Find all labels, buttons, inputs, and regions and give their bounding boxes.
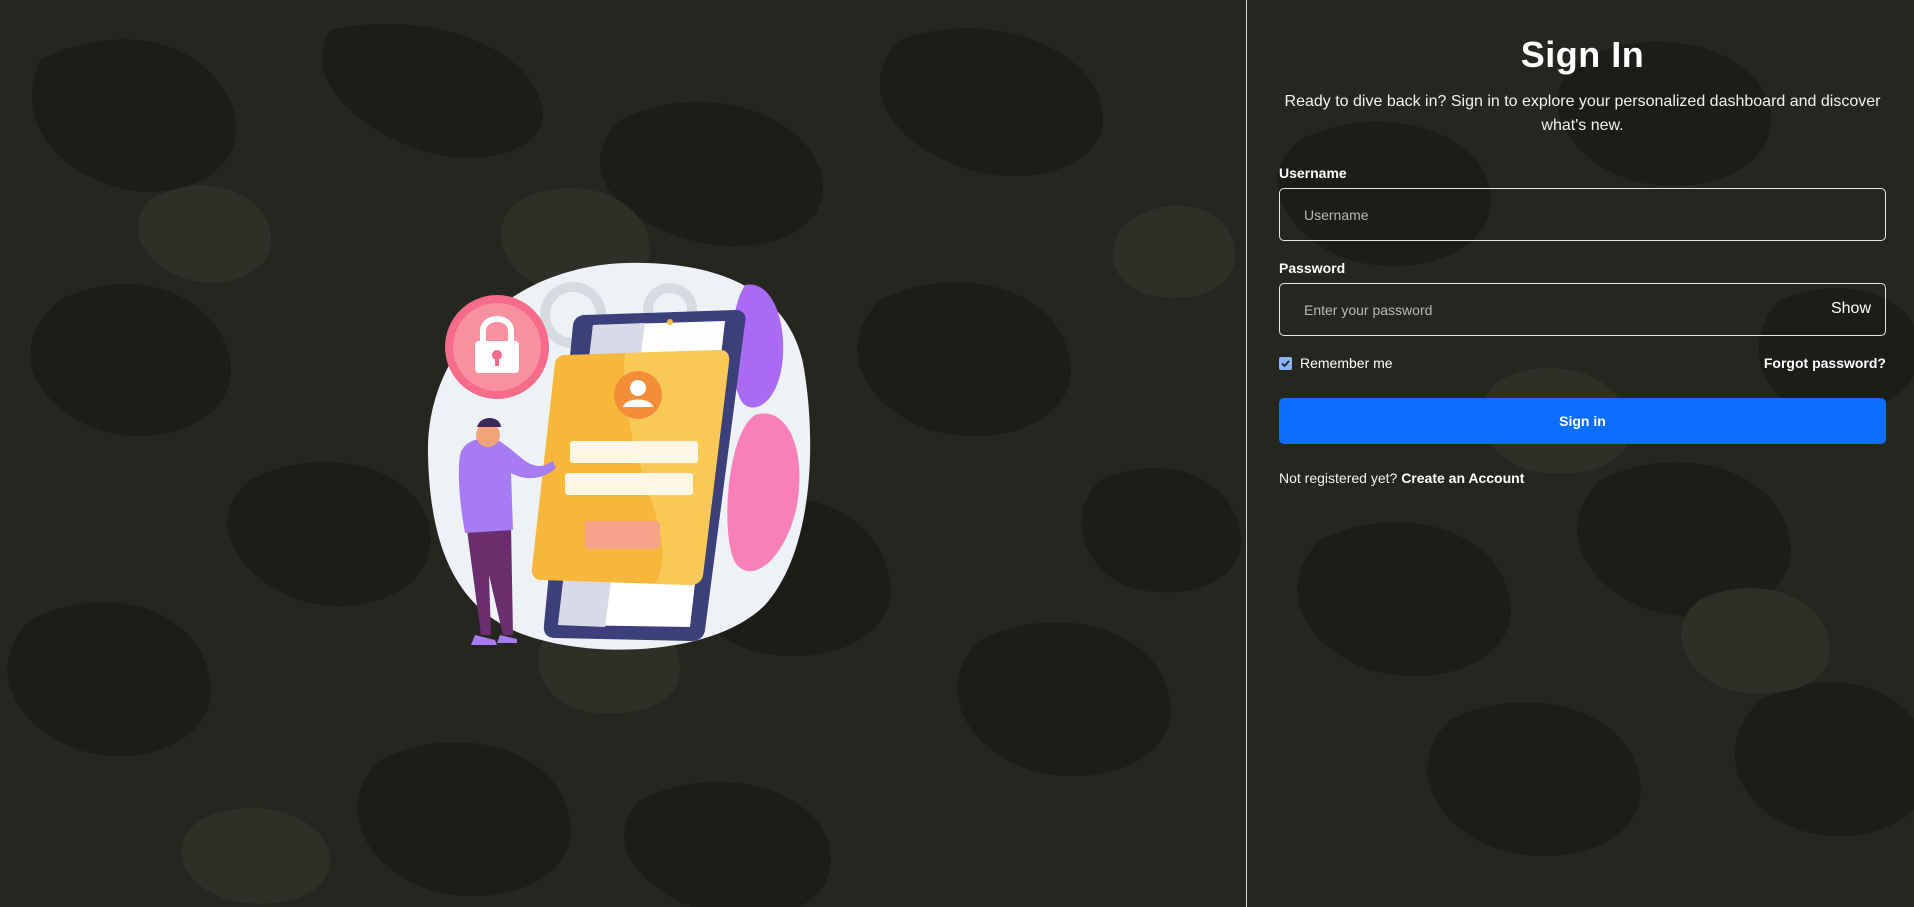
create-account-link[interactable]: Create an Account <box>1401 470 1524 486</box>
remember-me[interactable]: Remember me <box>1279 355 1393 371</box>
remember-label: Remember me <box>1300 355 1393 371</box>
password-label: Password <box>1279 260 1346 276</box>
password-input[interactable] <box>1280 284 1885 335</box>
remember-row: Remember me Forgot password? <box>1279 354 1886 372</box>
remember-checkbox[interactable] <box>1279 356 1292 370</box>
register-line: Not registered yet? Create an Account <box>1279 470 1886 486</box>
register-prompt: Not registered yet? <box>1279 470 1398 486</box>
phone-login-illustration <box>427 262 811 650</box>
illustration-pane <box>0 0 1246 907</box>
login-page: Sign In Ready to dive back in? Sign in t… <box>0 0 1914 907</box>
username-field-box <box>1279 188 1886 241</box>
page-subtitle: Ready to dive back in? Sign in to explor… <box>1284 93 1881 134</box>
card-button <box>585 521 660 549</box>
page-title: Sign In <box>1520 34 1645 75</box>
card-input-field <box>570 441 698 463</box>
password-field-box: Show <box>1279 283 1886 336</box>
show-password-toggle[interactable]: Show <box>1831 300 1871 318</box>
signin-pane: Sign In Ready to dive back in? Sign in t… <box>1247 0 1914 907</box>
card-input-field <box>565 473 693 495</box>
check-icon <box>1281 359 1290 367</box>
username-input[interactable] <box>1280 189 1885 240</box>
signin-button[interactable]: Sign in <box>1279 398 1886 444</box>
forgot-password-link[interactable]: Forgot password? <box>1764 355 1886 371</box>
signin-form: Sign In Ready to dive back in? Sign in t… <box>1279 30 1886 486</box>
username-label: Username <box>1279 165 1347 181</box>
